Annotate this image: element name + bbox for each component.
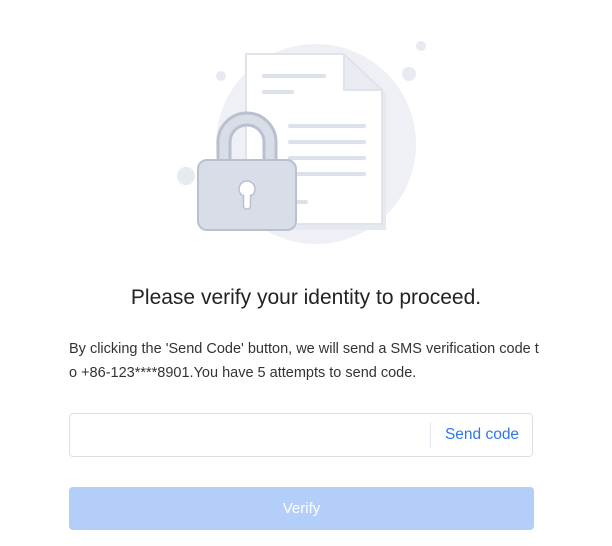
sms-instructions-text: By clicking the 'Send Code' button, we w…: [69, 341, 539, 381]
send-code-button[interactable]: Send code: [431, 414, 533, 456]
verification-code-field: Send code: [69, 413, 533, 457]
verify-button[interactable]: Verify: [69, 487, 534, 530]
locked-document-illustration: [170, 34, 430, 244]
page-title: Please verify your identity to proceed.: [130, 286, 482, 309]
locked-document-icon: [177, 41, 426, 244]
verification-code-input[interactable]: [70, 414, 430, 456]
